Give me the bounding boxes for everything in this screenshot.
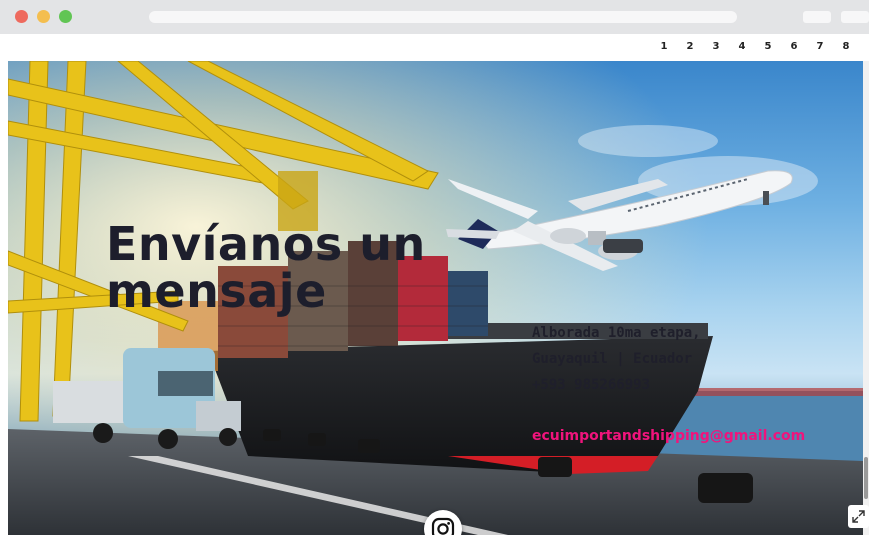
pagination: 12345678 bbox=[651, 39, 859, 55]
page-link-6[interactable]: 6 bbox=[781, 39, 807, 55]
page-navigation: 12345678 bbox=[0, 34, 869, 61]
contact-address: Alborada 10ma etapa, Guayaquil | Ecuador… bbox=[532, 320, 701, 398]
email-link[interactable]: ecuimportandshipping@gmail.com bbox=[532, 428, 805, 444]
toolbar-button[interactable] bbox=[803, 11, 831, 23]
scrollbar-thumb[interactable] bbox=[864, 457, 868, 499]
toolbar-button[interactable] bbox=[841, 11, 869, 23]
browser-toolbar bbox=[0, 0, 869, 34]
page-link-2[interactable]: 2 bbox=[677, 39, 703, 55]
address-bar[interactable] bbox=[149, 11, 737, 23]
phone-number: +593 985266993 bbox=[532, 377, 651, 393]
address-line-2: Guayaquil | Ecuador bbox=[532, 351, 693, 367]
page-title: Envíanos un mensaje bbox=[106, 221, 426, 315]
contact-hero: Envíanos un mensaje Alborada 10ma etapa,… bbox=[8, 61, 863, 535]
close-window-button[interactable] bbox=[15, 10, 28, 23]
page-link-7[interactable]: 7 bbox=[807, 39, 833, 55]
page-link-4[interactable]: 4 bbox=[729, 39, 755, 55]
title-line-2: mensaje bbox=[106, 264, 327, 318]
instagram-icon bbox=[431, 517, 455, 535]
page-link-1[interactable]: 1 bbox=[651, 39, 677, 55]
page-link-5[interactable]: 5 bbox=[755, 39, 781, 55]
expand-icon bbox=[852, 510, 865, 523]
minimize-window-button[interactable] bbox=[37, 10, 50, 23]
expand-button[interactable] bbox=[848, 505, 869, 528]
zoom-window-button[interactable] bbox=[59, 10, 72, 23]
page-link-8[interactable]: 8 bbox=[833, 39, 859, 55]
address-line-1: Alborada 10ma etapa, bbox=[532, 325, 701, 341]
page-link-3[interactable]: 3 bbox=[703, 39, 729, 55]
title-line-1: Envíanos un bbox=[106, 217, 426, 271]
